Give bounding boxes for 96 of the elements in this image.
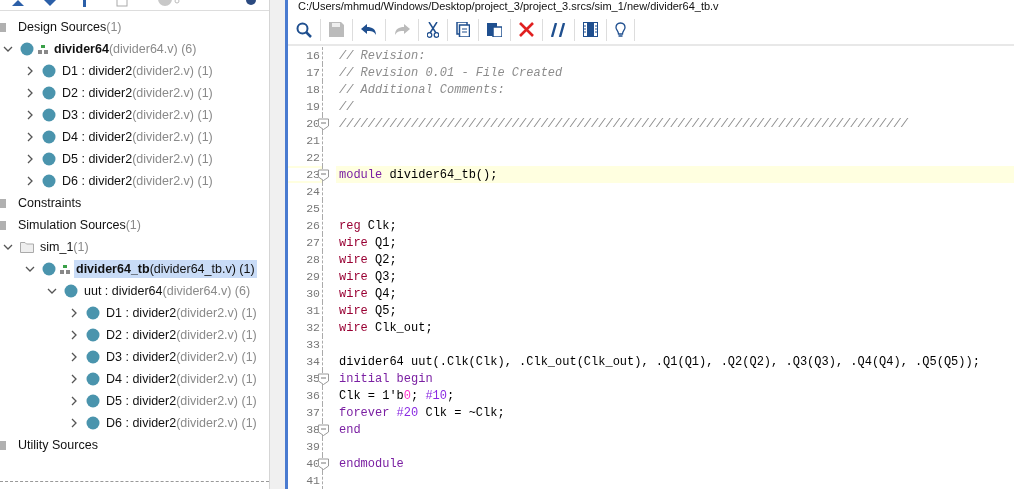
code-line: Clk = 1'b0; #10; bbox=[339, 388, 455, 403]
chevron-right-icon[interactable] bbox=[25, 132, 35, 142]
chevron-right-icon[interactable] bbox=[25, 154, 35, 164]
folder-icon bbox=[0, 439, 6, 451]
folder-icon bbox=[20, 241, 34, 253]
expand-all-icon[interactable] bbox=[42, 0, 58, 8]
copy-icon[interactable] bbox=[456, 22, 470, 37]
tree-item[interactable]: uut : divider64(divider64.v) (6) bbox=[82, 282, 253, 300]
lightbulb-icon[interactable] bbox=[615, 21, 626, 38]
code-line: module divider64_tb(); bbox=[339, 167, 498, 182]
file-path: C:/Users/mhmud/Windows/Desktop/project_3/project_3.srcs/sim_1/new/divider64_tb.v bbox=[297, 0, 720, 13]
code-line: divider64 uut(.Clk(Clk), .Clk_out(Clk_out), .Q1(Q1), .Q2(Q2), .Q3(Q3), .Q4(Q4), .Q5(Q5)); bbox=[339, 354, 980, 369]
hierarchy-icon bbox=[38, 44, 48, 54]
tree-item[interactable]: Design Sources(1) bbox=[16, 18, 124, 36]
fold-icon[interactable] bbox=[318, 372, 329, 385]
code-line: wire Clk_out; bbox=[339, 320, 433, 335]
search-icon[interactable] bbox=[296, 21, 312, 38]
chevron-down-icon[interactable] bbox=[3, 242, 13, 252]
code-line: wire Q4; bbox=[339, 286, 397, 301]
code-line: endmodule bbox=[339, 456, 404, 471]
code-line: initial begin bbox=[339, 371, 433, 386]
tree-item[interactable]: D3 : divider2(divider2.v) (1) bbox=[104, 348, 259, 366]
code-line: /////////////////////////////////////////////////////////////////////////////// bbox=[339, 116, 908, 131]
columns-icon[interactable] bbox=[583, 22, 598, 37]
tree-item[interactable]: divider64_tb(divider64_tb.v) (1) bbox=[74, 260, 257, 278]
module-dot-icon bbox=[86, 328, 100, 342]
module-dot-icon bbox=[86, 394, 100, 408]
folder-icon bbox=[0, 197, 6, 209]
chevron-right-icon[interactable] bbox=[69, 396, 79, 406]
module-dot-icon bbox=[42, 86, 56, 100]
fold-icon[interactable] bbox=[318, 168, 329, 181]
module-dot-icon bbox=[86, 416, 100, 430]
code-line: reg Clk; bbox=[339, 218, 397, 233]
chevron-down-icon[interactable] bbox=[47, 286, 57, 296]
chevron-right-icon[interactable] bbox=[25, 176, 35, 186]
module-dot-icon bbox=[42, 152, 56, 166]
module-dot-icon bbox=[42, 130, 56, 144]
code-line: end bbox=[339, 422, 361, 437]
add-icon[interactable] bbox=[80, 0, 88, 8]
module-dot-icon bbox=[86, 372, 100, 386]
tree-item[interactable]: D6 : divider2(divider2.v) (1) bbox=[60, 172, 215, 190]
tree-item[interactable]: Simulation Sources(1) bbox=[16, 216, 143, 234]
code-line: // Revision: bbox=[339, 48, 426, 63]
module-dot-icon bbox=[20, 42, 34, 56]
chevron-right-icon[interactable] bbox=[25, 66, 35, 76]
tree-item[interactable]: D3 : divider2(divider2.v) (1) bbox=[60, 106, 215, 124]
module-dot-icon bbox=[64, 284, 78, 298]
folder-icon bbox=[0, 219, 6, 231]
tree-item[interactable]: Utility Sources bbox=[16, 436, 100, 454]
module-dot-icon bbox=[42, 174, 56, 188]
chevron-right-icon[interactable] bbox=[69, 374, 79, 384]
code-line: // Revision 0.01 - File Created bbox=[339, 65, 563, 80]
fold-icon[interactable] bbox=[318, 457, 329, 470]
tree-item[interactable]: D4 : divider2(divider2.v) (1) bbox=[60, 128, 215, 146]
module-dot-icon bbox=[42, 108, 56, 122]
chevron-down-icon[interactable] bbox=[3, 44, 13, 54]
code-line: // Additional Comments: bbox=[339, 82, 505, 97]
tree-item[interactable]: D2 : divider2(divider2.v) (1) bbox=[60, 84, 215, 102]
paste-icon[interactable] bbox=[487, 22, 502, 37]
tree-item[interactable]: Constraints bbox=[16, 194, 84, 212]
module-dot-icon bbox=[86, 350, 100, 364]
module-dot-icon bbox=[42, 262, 56, 276]
chevron-right-icon[interactable] bbox=[25, 88, 35, 98]
tree-item[interactable]: sim_1(1) bbox=[38, 238, 91, 256]
tree-item[interactable]: D1 : divider2(divider2.v) (1) bbox=[60, 62, 215, 80]
chevron-right-icon[interactable] bbox=[69, 352, 79, 362]
chevron-right-icon[interactable] bbox=[69, 308, 79, 318]
delete-icon[interactable] bbox=[519, 22, 534, 37]
chevron-down-icon[interactable] bbox=[25, 264, 35, 274]
collapse-all-icon[interactable] bbox=[10, 0, 26, 8]
chevron-right-icon[interactable] bbox=[69, 418, 79, 428]
tree-item[interactable]: D1 : divider2(divider2.v) (1) bbox=[104, 304, 259, 322]
tree-item[interactable]: D4 : divider2(divider2.v) (1) bbox=[104, 370, 259, 388]
code-line: wire Q3; bbox=[339, 269, 397, 284]
code-line: wire Q2; bbox=[339, 252, 397, 267]
tree-item[interactable]: D5 : divider2(divider2.v) (1) bbox=[104, 392, 259, 410]
tree-item[interactable]: D5 : divider2(divider2.v) (1) bbox=[60, 150, 215, 168]
code-line: wire Q5; bbox=[339, 303, 397, 318]
comment-icon[interactable] bbox=[551, 22, 566, 37]
chevron-right-icon[interactable] bbox=[69, 330, 79, 340]
module-dot-icon bbox=[42, 64, 56, 78]
module-dot-icon bbox=[86, 306, 100, 320]
tree-item[interactable]: divider64(divider64.v) (6) bbox=[52, 40, 199, 58]
undo-icon[interactable] bbox=[361, 23, 377, 36]
hierarchy-icon bbox=[60, 264, 70, 274]
tree-item[interactable]: D2 : divider2(divider2.v) (1) bbox=[104, 326, 259, 344]
fold-icon[interactable] bbox=[318, 423, 329, 436]
chevron-right-icon[interactable] bbox=[25, 110, 35, 120]
code-line: forever #20 Clk = ~Clk; bbox=[339, 405, 505, 420]
fold-icon[interactable] bbox=[318, 117, 329, 130]
tree-item[interactable]: D6 : divider2(divider2.v) (1) bbox=[104, 414, 259, 432]
scissors-icon[interactable] bbox=[427, 21, 439, 38]
folder-icon bbox=[0, 21, 6, 33]
code-line: wire Q1; bbox=[339, 235, 397, 250]
settings-icon[interactable] bbox=[244, 0, 258, 7]
code-line: // bbox=[339, 99, 354, 114]
